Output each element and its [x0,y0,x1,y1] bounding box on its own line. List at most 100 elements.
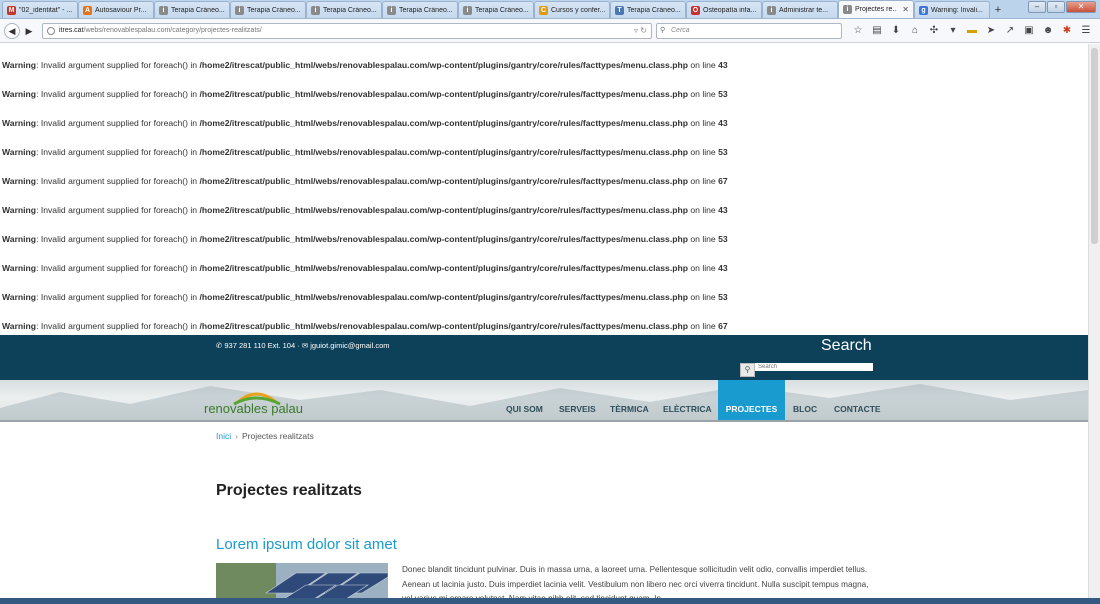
mail-icon: ✉ [301,341,309,350]
menu-item[interactable]: TÈRMICA [606,380,650,420]
warning-on-line: on line [687,234,719,244]
menu-item[interactable]: BLOC [789,380,821,420]
warning-on-line: on line [687,292,719,302]
warning-line-number: 53 [718,234,728,244]
screenshot-icon[interactable]: ▣ [1023,25,1035,37]
php-warning-line: Warning: Invalid argument supplied for f… [2,234,728,244]
search-icon: ⚲ [660,26,666,34]
dropdown-icon[interactable]: ▾ [947,25,959,37]
php-warning-line: Warning: Invalid argument supplied for f… [2,147,728,157]
tab-title: Administrar te... [779,6,829,14]
home-icon[interactable]: ⌂ [909,25,921,37]
url-host: itres.cat [59,26,84,34]
url-bar[interactable]: itres.cat/webs/renovablespalau.com/categ… [42,22,652,39]
tab-title: Terapia Cráneo... [247,6,301,14]
tab-title: Terapia Cráneo... [475,6,529,14]
cursos-icon: C [539,5,548,15]
contact-phone: 937 281 110 Ext. 104 [224,341,296,350]
browser-tab[interactable]: i Terapia Cráneo... [306,1,382,18]
browser-nav-bar: ◀ ▶ itres.cat/webs/renovablespalau.com/c… [0,19,1100,43]
tab-title: Terapia Cráneo... [627,6,681,14]
close-tab-icon[interactable]: ✕ [902,5,909,14]
tab-title: Cursos y confer... [551,6,605,14]
bookmark-star-icon[interactable]: ☆ [852,25,864,37]
tab-title: Autosaviour Pr... [95,6,147,14]
browser-tab[interactable]: g Warning: Invali... [914,1,990,18]
warning-file-path: /home2/itrescat/public_html/webs/renovab… [199,234,688,244]
site-nav-band: renovables palau QUI SOM SERVEIS TÈRMICA EL… [0,380,1088,422]
php-warning-line: Warning: Invalid argument supplied for f… [2,176,728,186]
menu-item[interactable]: ELÈCTRICA [659,380,712,420]
main-menu: QUI SOM SERVEIS TÈRMICA ELÈCTRICA PROJECTES B… [0,380,1088,420]
page-scrollbar[interactable] [1088,44,1100,604]
forward-button[interactable]: ▶ [22,24,36,38]
page-icon: i [463,5,472,15]
post-title-link[interactable]: Lorem ipsum dolor sit amet [216,536,397,553]
bookmarks-list-icon[interactable]: ▤ [871,25,883,37]
warning-message: : Invalid argument supplied for foreach(… [36,176,200,186]
os-taskbar [0,598,1100,604]
puzzle-icon[interactable]: ✱ [1061,25,1073,37]
tab-title: Terapia Cráneo... [399,6,453,14]
browser-tab[interactable]: C Cursos y confer... [534,1,610,18]
menu-icon[interactable]: ☰ [1080,25,1092,37]
warning-label: Warning [2,60,37,70]
warning-label: Warning [2,147,37,157]
tab-title: Osteopatía infa... [703,6,757,14]
breadcrumb-home[interactable]: Inici [216,431,231,441]
warning-label: Warning [2,292,37,302]
page-content: Warning : Invalid argument supplied for f… [0,44,1088,604]
contact-info: ✆ 937 281 110 Ext. 104 · ✉ jguiot.gimic@… [216,341,390,350]
doc-icon: T [615,5,624,15]
warning-file-path: /home2/itrescat/public_html/webs/renovab… [199,263,688,273]
extension-icon[interactable]: ✣ [928,25,940,37]
browser-tab[interactable]: i Administrar te... [762,1,838,18]
warning-on-line: on line [687,147,719,157]
browser-tab[interactable]: A Autosaviour Pr... [78,1,154,18]
warning-line-number: 67 [718,176,728,186]
menu-item[interactable]: QUI SOM [502,380,546,420]
scrollbar-thumb[interactable] [1091,48,1098,244]
tab-title: Terapia Cráneo... [171,6,225,14]
browser-tab[interactable]: i Terapia Cráneo... [230,1,306,18]
browser-tab[interactable]: i Terapia Cráneo... [154,1,230,18]
close-window-button[interactable]: ✕ [1066,1,1096,13]
site-search-button[interactable]: ⚲ [740,363,755,377]
warning-file-path: /home2/itrescat/public_html/webs/renovab… [199,176,688,186]
warning-file-path: /home2/itrescat/public_html/webs/renovab… [199,60,688,70]
menu-item[interactable]: CONTACTE [830,380,882,420]
browser-tab[interactable]: i Projectes re... ✕ [838,0,914,18]
browser-search-placeholder: Cerca [671,26,690,34]
tab-title: Projectes re... [855,6,898,13]
page-icon: i [843,5,852,14]
browser-tab[interactable]: i Terapia Cráneo... [382,1,458,18]
minimize-button[interactable]: – [1028,1,1046,13]
warning-on-line: on line [687,60,719,70]
download-icon[interactable]: ⬇ [890,25,902,37]
browser-tab[interactable]: M "02_identitat" - ... [2,1,78,18]
warning-line-number: 53 [718,147,728,157]
maximize-button[interactable]: ▫ [1047,1,1065,13]
menu-item[interactable]: PROJECTES [718,380,785,420]
pin-icon[interactable]: ↗ [1004,25,1016,37]
back-button[interactable]: ◀ [4,22,20,39]
send-icon[interactable]: ➤ [985,25,997,37]
browser-tab[interactable]: i Terapia Cráneo... [458,1,534,18]
warning-line-number: 43 [718,118,728,128]
gmail-icon: M [7,5,16,15]
site-search-input[interactable] [755,363,873,371]
browser-tab[interactable]: T Terapia Cráneo... [610,1,686,18]
warning-label: Warning [2,234,37,244]
warning-message: : Invalid argument supplied for foreach(… [36,89,200,99]
browser-tab[interactable]: O Osteopatía infa... [686,1,762,18]
contact-email[interactable]: jguiot.gimic@gmail.com [310,341,389,350]
php-warning-line: Warning: Invalid argument supplied for f… [2,321,728,331]
reload-icon[interactable]: ▿ ↻ [634,24,647,38]
chat-icon[interactable]: ☻ [1042,25,1054,37]
addon-icon[interactable]: ▬ [966,25,978,37]
browser-search-input[interactable]: ⚲ Cerca [656,22,842,39]
osteo-icon: O [691,5,700,15]
tab-title: Terapia Cráneo... [323,6,377,14]
new-tab-button[interactable]: + [990,1,1006,18]
menu-item[interactable]: SERVEIS [555,380,597,420]
